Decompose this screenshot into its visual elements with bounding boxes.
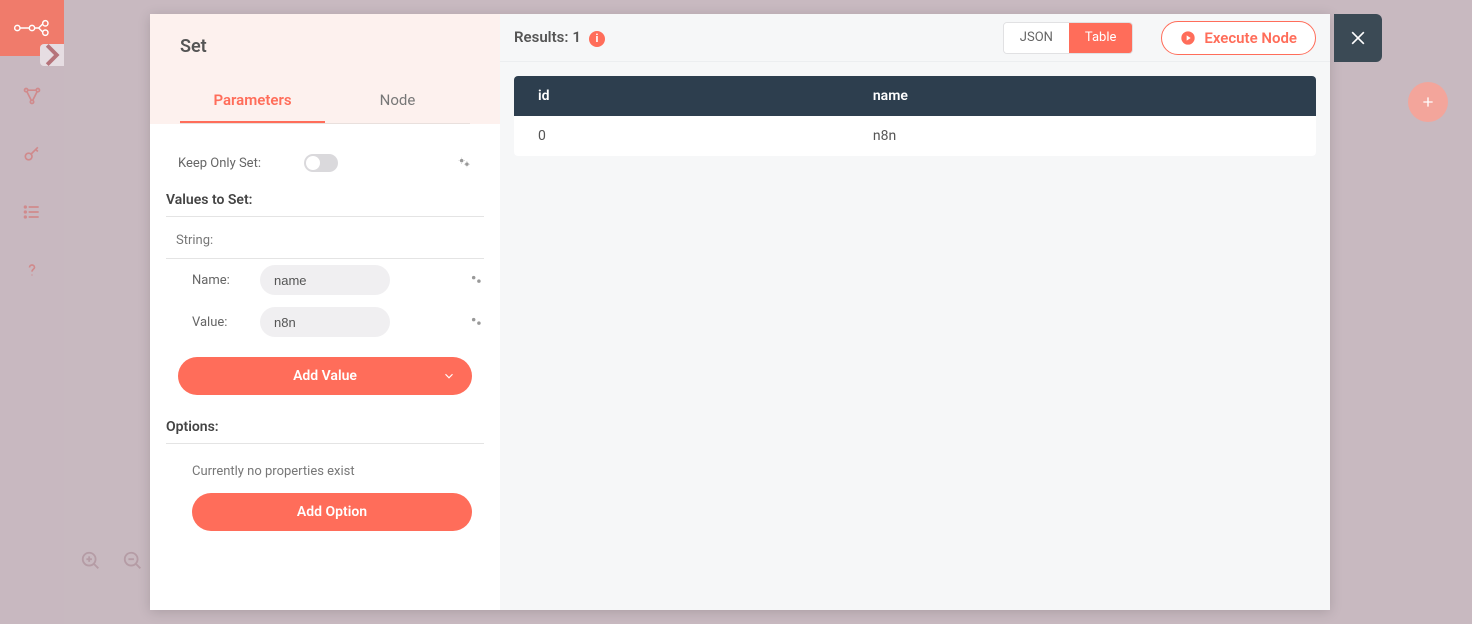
node-editor-modal: Set Parameters Node Keep Only Set: Value… bbox=[150, 14, 1330, 610]
app-rail bbox=[0, 0, 64, 624]
field-name-input[interactable] bbox=[260, 265, 390, 295]
field-value-row: Value: bbox=[166, 301, 484, 343]
col-name: name bbox=[849, 76, 1316, 116]
app-logo bbox=[0, 0, 64, 56]
keep-only-set-toggle[interactable] bbox=[304, 154, 338, 172]
gear-icon bbox=[468, 315, 484, 329]
key-icon[interactable] bbox=[22, 144, 42, 168]
tab-node[interactable]: Node bbox=[325, 79, 470, 123]
n8n-logo-icon bbox=[12, 16, 52, 40]
right-panel: Results: 1 i JSON Table Execute Node id … bbox=[500, 14, 1330, 610]
zoom-controls bbox=[80, 550, 144, 576]
add-value-label: Add Value bbox=[293, 368, 357, 384]
results-prefix: Results: bbox=[514, 28, 568, 46]
table-row[interactable]: 0 n8n bbox=[514, 116, 1316, 156]
gear-icon bbox=[456, 156, 472, 170]
add-option-button[interactable]: Add Option bbox=[192, 493, 472, 531]
keep-only-set-label: Keep Only Set: bbox=[178, 156, 288, 171]
panel-header: Set Parameters Node bbox=[150, 14, 500, 124]
view-toggle: JSON Table bbox=[1003, 22, 1134, 54]
help-icon[interactable] bbox=[22, 260, 42, 284]
close-icon bbox=[1348, 28, 1368, 48]
zoom-out-button[interactable] bbox=[122, 550, 144, 576]
add-value-button[interactable]: Add Value bbox=[178, 357, 472, 395]
list-icon[interactable] bbox=[22, 202, 42, 226]
panel-title: Set bbox=[180, 36, 470, 79]
no-properties-text: Currently no properties exist bbox=[166, 450, 484, 489]
options-title: Options: bbox=[166, 413, 484, 444]
execute-node-label: Execute Node bbox=[1204, 29, 1297, 47]
field-value-label: Value: bbox=[192, 315, 250, 330]
add-option-label: Add Option bbox=[297, 504, 367, 520]
chevron-down-icon bbox=[442, 369, 456, 383]
plus-icon bbox=[1420, 94, 1436, 110]
panel-body: Keep Only Set: Values to Set: String: Na… bbox=[150, 124, 500, 561]
col-id: id bbox=[514, 76, 849, 116]
play-icon bbox=[1180, 30, 1196, 46]
results-label: Results: 1 i bbox=[514, 28, 605, 47]
tab-parameters[interactable]: Parameters bbox=[180, 79, 325, 123]
field-value-settings[interactable] bbox=[468, 315, 484, 329]
results-bar: Results: 1 i JSON Table Execute Node bbox=[500, 14, 1330, 62]
string-subhead: String: bbox=[166, 223, 484, 259]
add-node-fab[interactable] bbox=[1408, 82, 1448, 122]
results-count: 1 bbox=[572, 28, 581, 46]
values-to-set-title: Values to Set: bbox=[166, 186, 484, 217]
keep-only-set-row: Keep Only Set: bbox=[166, 144, 484, 182]
results-table: id name 0 n8n bbox=[514, 76, 1316, 156]
execute-node-button[interactable]: Execute Node bbox=[1161, 21, 1316, 55]
cell-name: n8n bbox=[849, 116, 1316, 156]
chevron-right-icon bbox=[40, 43, 64, 67]
table-header-row: id name bbox=[514, 76, 1316, 116]
info-icon[interactable]: i bbox=[589, 31, 605, 47]
zoom-in-button[interactable] bbox=[80, 550, 102, 576]
workflows-icon[interactable] bbox=[22, 86, 42, 110]
results-table-wrap: id name 0 n8n bbox=[500, 62, 1330, 170]
field-value-input[interactable] bbox=[260, 307, 390, 337]
field-name-settings[interactable] bbox=[468, 273, 484, 287]
field-name-label: Name: bbox=[192, 273, 250, 288]
cell-id: 0 bbox=[514, 116, 849, 156]
view-json-button[interactable]: JSON bbox=[1004, 23, 1069, 53]
view-table-button[interactable]: Table bbox=[1069, 23, 1132, 53]
tabbar: Parameters Node bbox=[180, 79, 470, 124]
gear-icon bbox=[468, 273, 484, 287]
field-name-row: Name: bbox=[166, 259, 484, 301]
rail-expand-button[interactable] bbox=[40, 44, 64, 66]
keep-only-set-settings[interactable] bbox=[456, 156, 472, 170]
left-panel: Set Parameters Node Keep Only Set: Value… bbox=[150, 14, 500, 610]
close-button[interactable] bbox=[1334, 14, 1382, 62]
